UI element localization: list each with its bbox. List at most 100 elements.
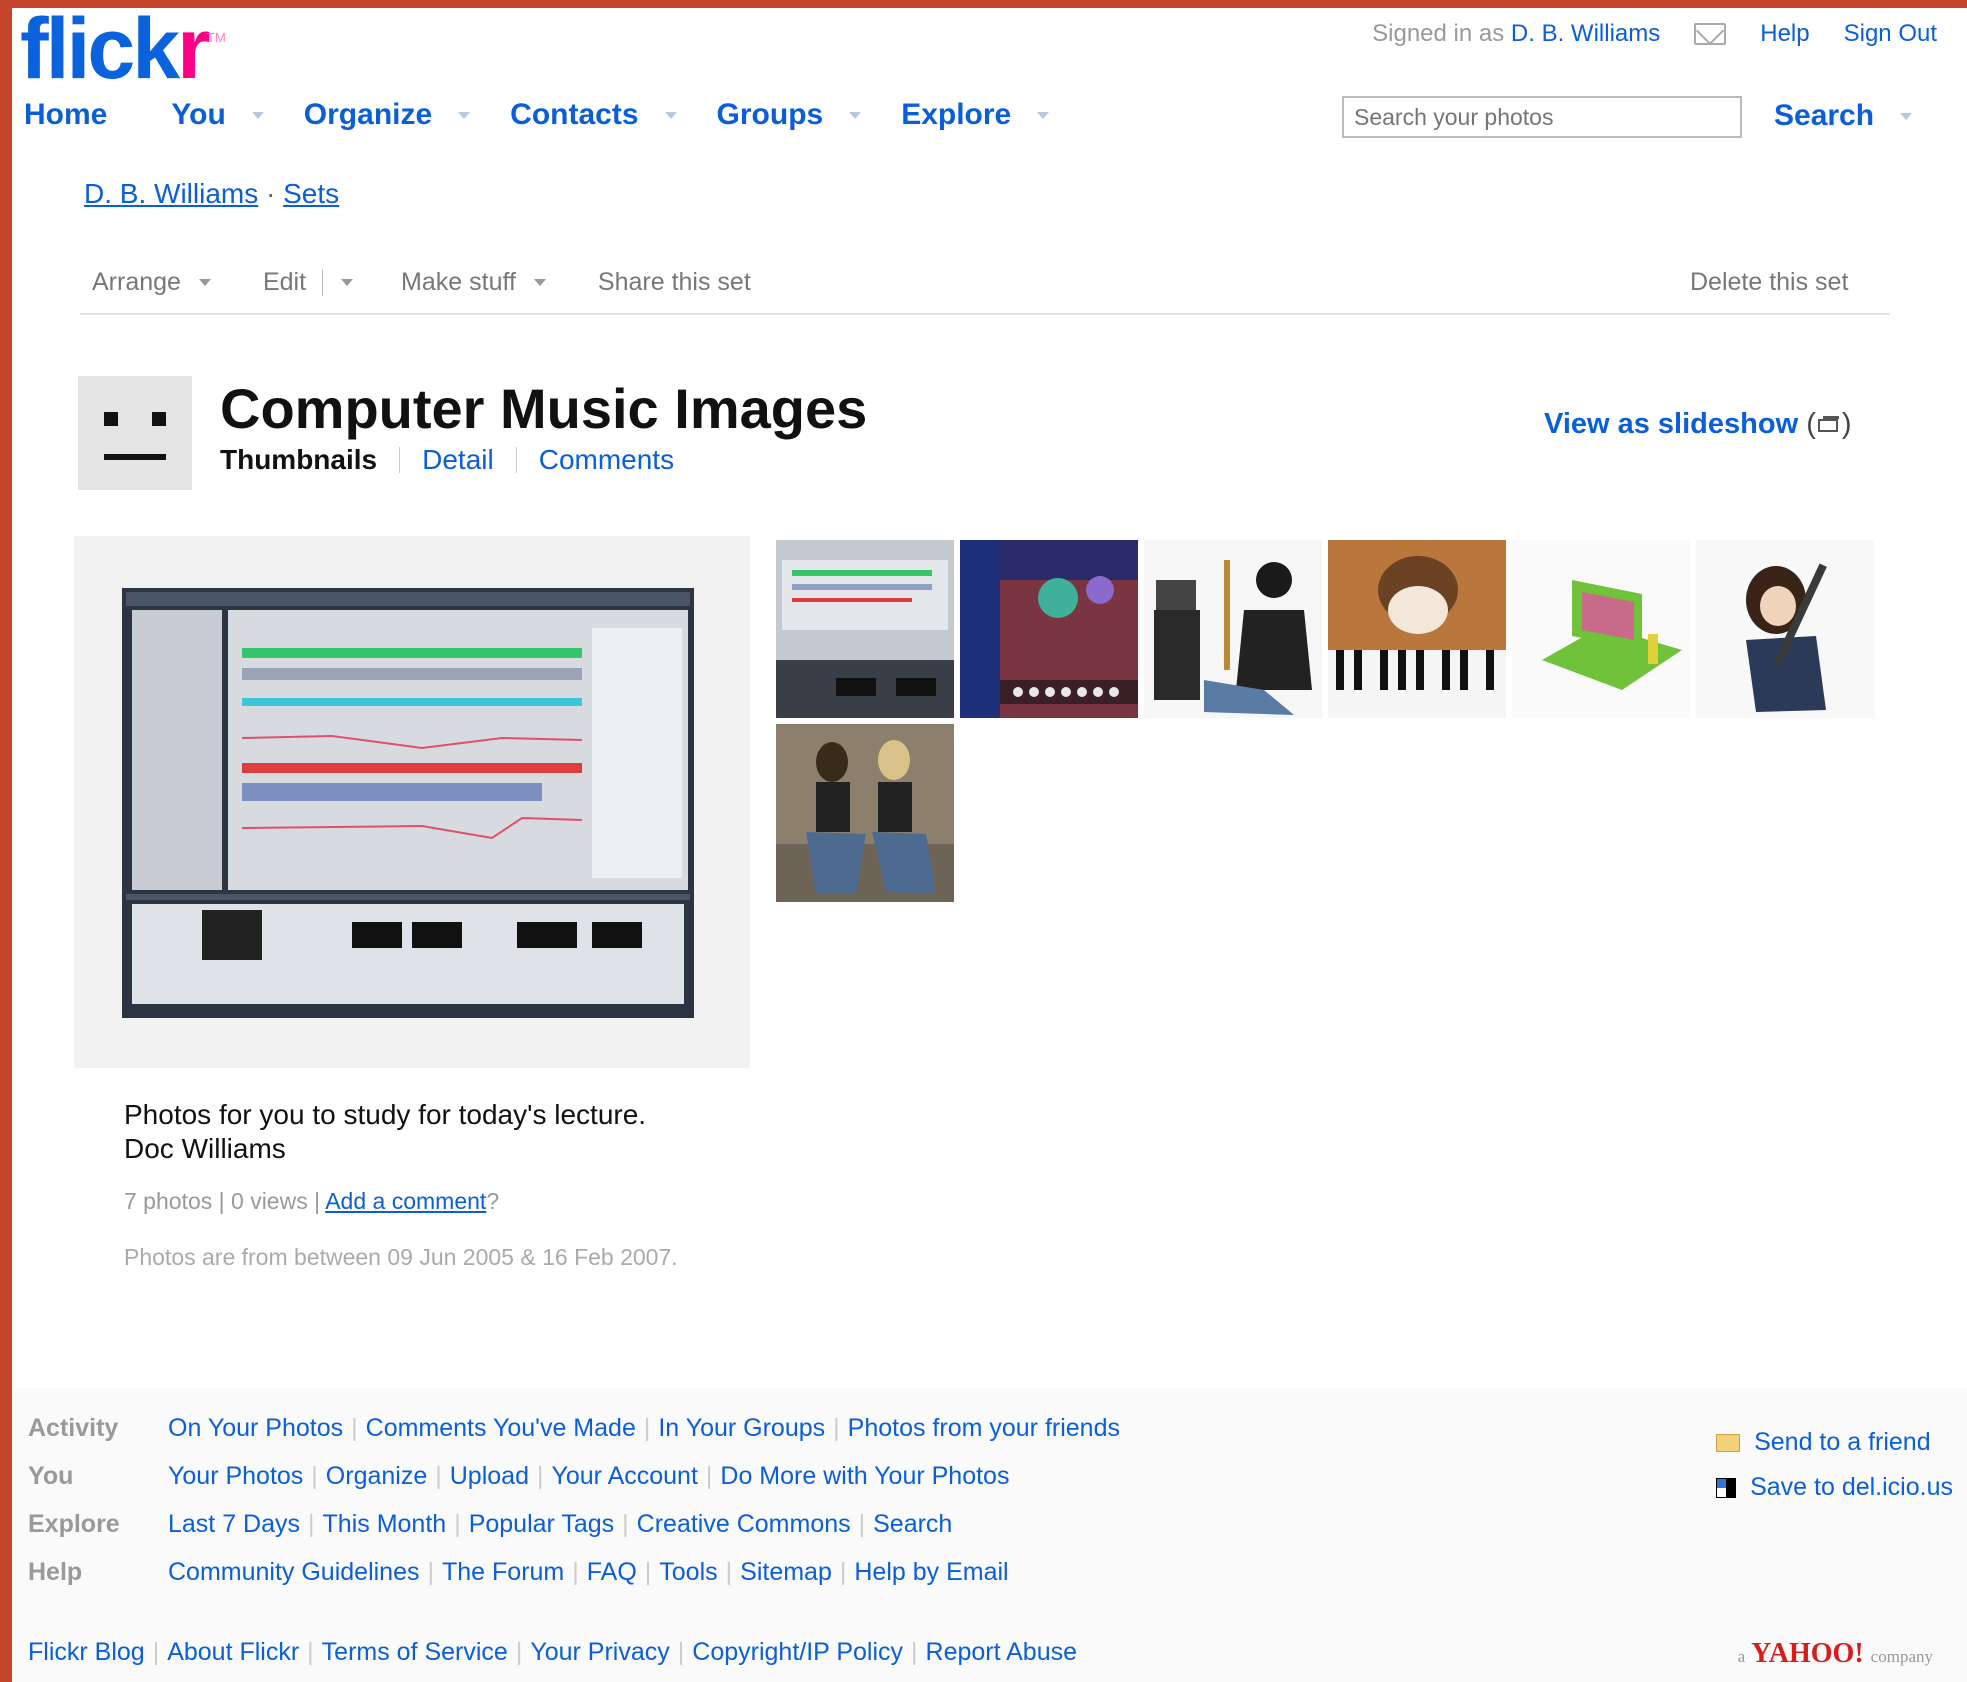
photo-count: 7 photos	[124, 1188, 213, 1214]
slideshow-link[interactable]: View as slideshow ()	[1544, 408, 1852, 441]
nav-organize-label: Organize	[303, 98, 433, 131]
tab-detail[interactable]: Detail	[422, 444, 494, 476]
breadcrumb-user-link[interactable]: D. B. Williams	[84, 178, 258, 209]
footer-link[interactable]: On Your Photos	[168, 1414, 343, 1443]
chevron-down-icon[interactable]	[849, 111, 862, 119]
thumbnail-green-laptop[interactable]	[1512, 540, 1690, 718]
chevron-down-icon[interactable]	[341, 279, 354, 286]
footer-link[interactable]: Sitemap	[740, 1558, 832, 1587]
nav-contacts[interactable]: Contacts	[510, 98, 677, 132]
sign-out-link[interactable]: Sign Out	[1844, 20, 1937, 48]
nav-you[interactable]: You	[171, 98, 264, 132]
footer-link[interactable]: About Flickr	[167, 1638, 299, 1667]
save-to-delicious-link[interactable]: Save to del.icio.us	[1750, 1473, 1953, 1502]
chevron-down-icon[interactable]	[458, 111, 471, 119]
account-bar: Signed in as D. B. Williams Help Sign Ou…	[1372, 20, 1937, 48]
nav-explore-label: Explore	[901, 98, 1012, 131]
footer-link[interactable]: Search	[873, 1510, 952, 1539]
footer-label-explore: Explore	[28, 1510, 120, 1538]
delete-set-button[interactable]: Delete this set	[1690, 268, 1848, 297]
footer-link[interactable]: In Your Groups	[658, 1414, 825, 1443]
footer: Activity On Your Photos | Comments You've…	[12, 1388, 1967, 1682]
logo-trademark: TM	[207, 30, 226, 45]
footer-link[interactable]: FAQ	[587, 1558, 637, 1587]
help-link[interactable]: Help	[1760, 20, 1809, 48]
view-count: 0 views	[231, 1188, 308, 1214]
chevron-down-icon[interactable]	[1037, 111, 1050, 119]
thumbnail-piano-keys[interactable]	[1328, 540, 1506, 718]
logo-text: flick	[20, 8, 180, 97]
thumbnail-guitarist-laptop[interactable]	[1144, 540, 1322, 718]
footer-link[interactable]: Your Photos	[168, 1462, 303, 1491]
make-stuff-menu[interactable]: Make stuff	[401, 268, 546, 297]
edit-menu[interactable]: Edit	[263, 268, 354, 297]
add-comment-link[interactable]: Add a comment	[325, 1188, 486, 1214]
chevron-down-icon[interactable]	[664, 111, 677, 119]
chevron-down-icon[interactable]	[533, 279, 546, 286]
footer-link[interactable]: This Month	[323, 1510, 447, 1539]
set-toolbar: Arrange Edit Make stuff Share this set	[92, 268, 803, 297]
share-set-label: Share this set	[597, 268, 751, 296]
footer-link[interactable]: Help by Email	[854, 1558, 1008, 1587]
tab-comments[interactable]: Comments	[539, 444, 674, 476]
tab-thumbnails[interactable]: Thumbnails	[220, 444, 377, 476]
buddy-icon-mouth	[104, 454, 166, 460]
send-to-friend[interactable]: Send to a friend	[1716, 1428, 1953, 1457]
footer-link[interactable]: Popular Tags	[469, 1510, 614, 1539]
thumbnail-two-people-sitting[interactable]	[776, 724, 954, 902]
footer-bottom-links: Flickr Blog | About Flickr | Terms of Serv…	[28, 1638, 1078, 1667]
footer-link[interactable]: Upload	[450, 1462, 529, 1491]
thumbnail-daw-screenshot[interactable]	[776, 540, 954, 718]
divider	[399, 447, 401, 473]
search-button[interactable]: Search	[1774, 99, 1913, 133]
search-input[interactable]	[1342, 96, 1742, 138]
yahoo-wordmark: YAHOO!	[1751, 1638, 1864, 1669]
footer-link[interactable]: Do More with Your Photos	[720, 1462, 1009, 1491]
primary-photo[interactable]	[122, 588, 694, 1018]
footer-link[interactable]: Tools	[659, 1558, 717, 1587]
footer-link[interactable]: Creative Commons	[637, 1510, 851, 1539]
breadcrumb-sets-link[interactable]: Sets	[283, 178, 339, 209]
nav-organize[interactable]: Organize	[303, 98, 471, 132]
description-signature: Doc Williams	[124, 1133, 286, 1164]
footer-link[interactable]: Community Guidelines	[168, 1558, 420, 1587]
footer-share-links: Send to a friend Save to del.icio.us	[1716, 1428, 1953, 1518]
footer-link[interactable]: Terms of Service	[322, 1638, 508, 1667]
share-set-button[interactable]: Share this set	[598, 268, 751, 297]
signed-in-user-link[interactable]: D. B. Williams	[1511, 20, 1660, 47]
flickr-logo[interactable]: flickr	[20, 8, 211, 92]
yahoo-a: a	[1737, 1647, 1746, 1666]
footer-link[interactable]: Last 7 Days	[168, 1510, 300, 1539]
breadcrumb: D. B. Williams · Sets	[84, 178, 339, 210]
send-to-friend-link[interactable]: Send to a friend	[1754, 1428, 1931, 1457]
nav-explore[interactable]: Explore	[901, 98, 1050, 132]
footer-link[interactable]: Comments You've Made	[366, 1414, 636, 1443]
chevron-down-icon[interactable]	[198, 279, 211, 286]
thumbnail-synth-plugin[interactable]	[960, 540, 1138, 718]
mail-icon[interactable]	[1694, 23, 1727, 45]
chevron-down-icon[interactable]	[1900, 112, 1913, 120]
chevron-down-icon[interactable]	[251, 111, 264, 119]
yahoo-company-logo[interactable]: a YAHOO! company	[1738, 1638, 1933, 1670]
footer-link[interactable]: Report Abuse	[926, 1638, 1078, 1667]
footer-link[interactable]: The Forum	[442, 1558, 564, 1587]
nav-groups[interactable]: Groups	[717, 98, 862, 132]
signed-in-status: Signed in as D. B. Williams	[1372, 20, 1660, 48]
footer-link[interactable]: Copyright/IP Policy	[692, 1638, 903, 1667]
make-stuff-label: Make stuff	[401, 268, 516, 296]
arrange-label: Arrange	[92, 268, 181, 296]
buddy-icon[interactable]	[78, 376, 192, 490]
footer-row-you: You Your Photos | Organize | Upload | Your …	[28, 1462, 1010, 1491]
buddy-icon-eye	[104, 412, 118, 426]
footer-link[interactable]: Your Privacy	[530, 1638, 669, 1667]
footer-link[interactable]: Organize	[326, 1462, 427, 1491]
footer-link[interactable]: Photos from your friends	[848, 1414, 1120, 1443]
arrange-menu[interactable]: Arrange	[92, 268, 211, 297]
nav-groups-label: Groups	[716, 98, 824, 131]
nav-home[interactable]: Home	[24, 98, 107, 132]
save-to-delicious[interactable]: Save to del.icio.us	[1716, 1473, 1953, 1502]
delicious-icon	[1716, 1477, 1737, 1498]
footer-link[interactable]: Your Account	[551, 1462, 697, 1491]
footer-link[interactable]: Flickr Blog	[28, 1638, 145, 1667]
thumbnail-girl-guitar[interactable]	[1696, 540, 1874, 718]
